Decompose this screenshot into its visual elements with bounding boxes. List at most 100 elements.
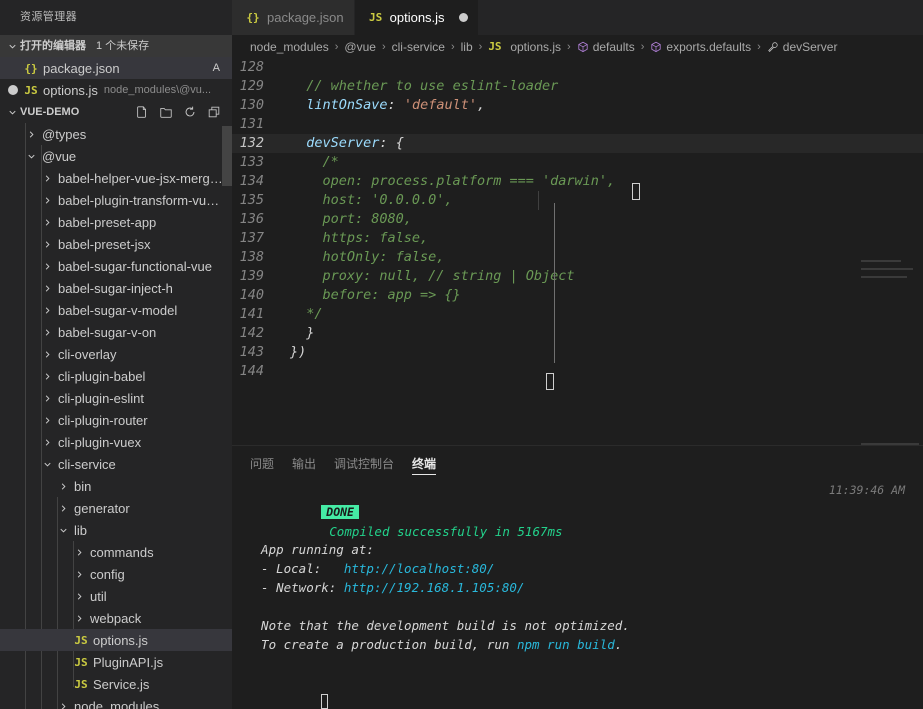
breadcrumb-item-options-js[interactable]: JS options.js <box>488 40 561 54</box>
tab-package-json[interactable]: {} package.json <box>232 0 355 35</box>
code-text: https: false, <box>322 230 429 246</box>
panel-tab-调试控制台[interactable]: 调试控制台 <box>334 446 394 481</box>
tree-item-generator[interactable]: generator <box>0 497 232 519</box>
code-line[interactable]: 141 */ <box>232 305 923 324</box>
new-file-icon[interactable] <box>132 102 152 122</box>
new-folder-icon[interactable] <box>156 102 176 122</box>
open-editor-flag: A <box>212 62 220 74</box>
tree-item-cli-overlay[interactable]: cli-overlay <box>0 343 232 365</box>
tree-item-config[interactable]: config <box>0 563 232 585</box>
tree-item-options-js[interactable]: JS options.js <box>0 629 232 651</box>
breadcrumb-item-defaults[interactable]: defaults <box>577 40 635 54</box>
tree-item-label: babel-plugin-transform-vue-jsx <box>58 192 232 208</box>
tree-item-babel-preset-jsx[interactable]: babel-preset-jsx <box>0 233 232 255</box>
tree-item-cli-plugin-router[interactable]: cli-plugin-router <box>0 409 232 431</box>
file-tree[interactable]: @types @vue babel-helper-vue-jsx-merge-...… <box>0 123 232 709</box>
code-line[interactable]: 129 // whether to use eslint-loader <box>232 77 923 96</box>
breadcrumb-item-cli-service[interactable]: cli-service <box>392 40 445 54</box>
tree-item-label: PluginAPI.js <box>93 654 164 670</box>
line-number: 140 <box>239 287 264 303</box>
refresh-icon[interactable] <box>180 102 200 122</box>
tree-item-babel-sugar-v-on[interactable]: babel-sugar-v-on <box>0 321 232 343</box>
breadcrumb-item-devserver[interactable]: devServer <box>767 40 837 54</box>
breadcrumb[interactable]: node_modules › @vue › cli-service › lib › JS opti… <box>232 35 923 58</box>
tree-item-service-js[interactable]: JS Service.js <box>0 673 232 695</box>
tree-item-label: options.js <box>93 632 148 648</box>
project-header[interactable]: VUE-DEMO <box>0 101 232 123</box>
tree-item-babel-sugar-v-model[interactable]: babel-sugar-v-model <box>0 299 232 321</box>
breadcrumb-item--vue[interactable]: @vue <box>344 40 376 54</box>
tree-item-webpack[interactable]: webpack <box>0 607 232 629</box>
tree-item-babel-preset-app[interactable]: babel-preset-app <box>0 211 232 233</box>
chevron-right-icon <box>40 173 54 184</box>
code-line[interactable]: 131 <box>232 115 923 134</box>
tree-item-babel-sugar-inject-h[interactable]: babel-sugar-inject-h <box>0 277 232 299</box>
breadcrumb-separator-icon: › <box>334 40 339 53</box>
breadcrumb-label: exports.defaults <box>666 39 752 54</box>
tree-item-babel-plugin-transform-vue-jsx[interactable]: babel-plugin-transform-vue-jsx <box>0 189 232 211</box>
open-editor-item-package-json[interactable]: {} package.json A <box>0 57 232 79</box>
tree-item-lib[interactable]: lib <box>0 519 232 541</box>
tree-item-label: @types <box>42 126 87 142</box>
code-line[interactable]: 140 before: app => {} <box>232 286 923 305</box>
sidebar-scrollbar[interactable] <box>222 126 232 186</box>
tree-item-types[interactable]: @types <box>0 123 232 145</box>
code-line[interactable]: 144 <box>232 362 923 381</box>
code-line[interactable]: 137 https: false, <box>232 229 923 248</box>
tree-item-util[interactable]: util <box>0 585 232 607</box>
tree-item-pluginapi-js[interactable]: JS PluginAPI.js <box>0 651 232 673</box>
tabbar-empty-space <box>478 0 923 35</box>
tree-item-cli-plugin-babel[interactable]: cli-plugin-babel <box>0 365 232 387</box>
code-line[interactable]: 133 /* <box>232 153 923 172</box>
code-line[interactable]: 132 devServer: { <box>232 134 923 153</box>
symbol-object-icon <box>650 41 662 53</box>
code-line[interactable]: 139 proxy: null, // string | Object <box>232 267 923 286</box>
code-line[interactable]: 134 open: process.platform === 'darwin', <box>232 172 923 191</box>
panel-tab-输出[interactable]: 输出 <box>292 446 316 481</box>
tree-item-cli-service[interactable]: cli-service <box>0 453 232 475</box>
chevron-down-icon <box>4 101 20 123</box>
vscode-window: 资源管理器 打开的编辑器 1 个未保存 {} package.json A JS… <box>0 0 923 709</box>
terminal-lines: App running at: - Local: http://localhos… <box>246 540 923 654</box>
tree-item-label: bin <box>74 478 92 494</box>
tree-item-bin[interactable]: bin <box>0 475 232 497</box>
code-text: /* <box>322 154 339 170</box>
chevron-right-icon <box>40 415 54 426</box>
collapse-all-icon[interactable] <box>204 102 224 122</box>
breadcrumb-item-lib[interactable]: lib <box>461 40 473 54</box>
tree-item-commands[interactable]: commands <box>0 541 232 563</box>
code-line[interactable]: 138 hotOnly: false, <box>232 248 923 267</box>
code-line[interactable]: 128 <box>232 58 923 77</box>
tab-dirty-indicator-icon[interactable] <box>458 13 468 22</box>
code-line[interactable]: 143}) <box>232 343 923 362</box>
line-number: 131 <box>239 116 264 132</box>
code-line[interactable]: 142 } <box>232 324 923 343</box>
panel-tab-终端[interactable]: 终端 <box>412 446 437 481</box>
tree-item-babel-sugar-functional-vue[interactable]: babel-sugar-functional-vue <box>0 255 232 277</box>
line-number: 137 <box>239 230 264 246</box>
status-message: Compiled successfully in 5167ms <box>329 524 563 539</box>
panel-tab-问题[interactable]: 问题 <box>250 446 274 481</box>
terminal-output[interactable]: DONE Compiled successfully in 5167ms 11:… <box>232 481 923 709</box>
tab-options-js[interactable]: JS options.js <box>354 0 479 35</box>
panel-tablist[interactable]: 问题 输出 调试控制台 终端 <box>232 446 923 481</box>
code-editor[interactable]: 128 129 // whether to use eslint-loader 13… <box>232 58 923 445</box>
chevron-right-icon <box>56 503 70 514</box>
chevron-right-icon <box>40 305 54 316</box>
terminal-line: - Network: http://192.168.1.105:80/ <box>246 580 525 595</box>
code-line[interactable]: 136 port: 8080, <box>232 210 923 229</box>
tree-item-cli-plugin-eslint[interactable]: cli-plugin-eslint <box>0 387 232 409</box>
code-line[interactable]: 135 host: '0.0.0.0', <box>232 191 923 210</box>
terminal-line: Note that the development build is not o… <box>246 618 630 633</box>
open-editors-header[interactable]: 打开的编辑器 1 个未保存 <box>0 35 232 57</box>
tree-item-node-modules[interactable]: node_modules <box>0 695 232 709</box>
code-line[interactable]: 130 lintOnSave: 'default', <box>232 96 923 115</box>
chevron-right-icon <box>56 701 70 709</box>
open-editor-item-options-js[interactable]: JS options.js node_modules\@vu... <box>0 79 232 101</box>
tree-item-babel-helper-vue-jsx-merge[interactable]: babel-helper-vue-jsx-merge-... <box>0 167 232 189</box>
breadcrumb-item-exports-defaults[interactable]: exports.defaults <box>650 40 751 54</box>
tree-item-cli-plugin-vuex[interactable]: cli-plugin-vuex <box>0 431 232 453</box>
breadcrumb-item-node-modules[interactable]: node_modules <box>250 40 329 54</box>
tree-item-label: babel-sugar-v-model <box>58 302 178 318</box>
tree-item-vue[interactable]: @vue <box>0 145 232 167</box>
